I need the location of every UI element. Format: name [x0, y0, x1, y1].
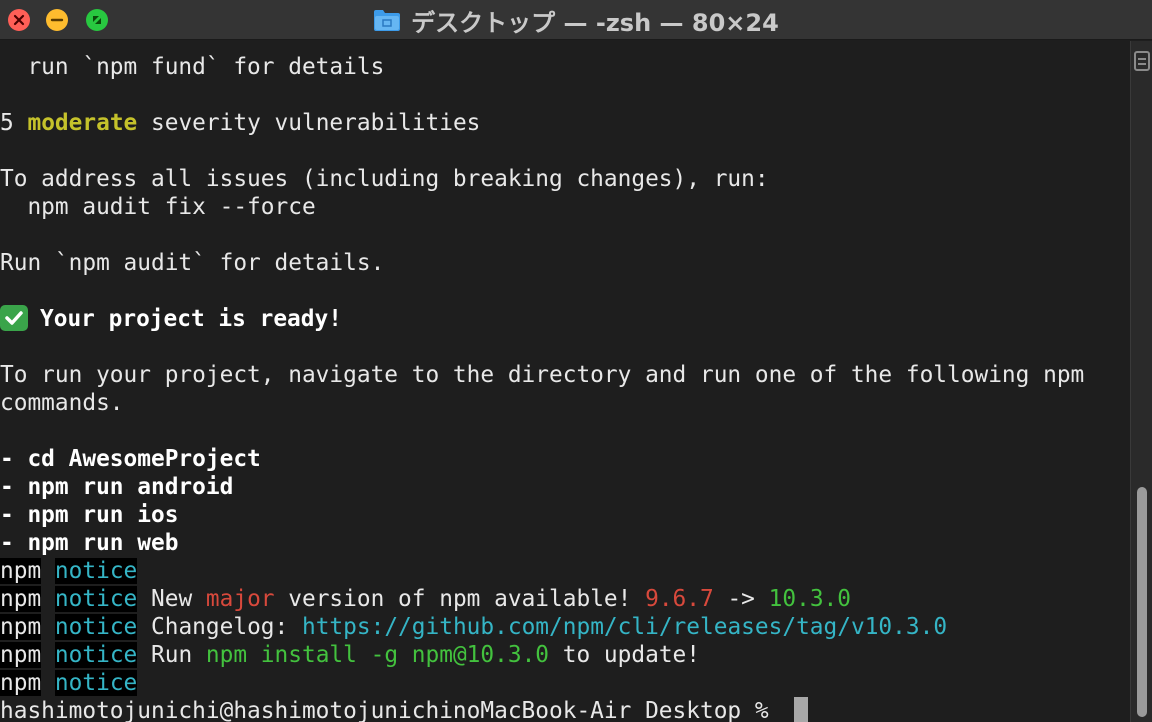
project-ready-text: Your project is ready! [40, 306, 342, 332]
command-cd: - cd AwesomeProject [0, 446, 261, 472]
run-intro-line-2: commands. [0, 390, 124, 416]
vuln-count: 5 [0, 110, 14, 136]
changelog-pre: Changelog: [137, 614, 302, 640]
npm-label: npm [0, 614, 42, 640]
notice-run-post: to update! [549, 642, 701, 668]
address-line: To address all issues (including breakin… [0, 166, 769, 192]
window-title: デスクトップ — -zsh — 80×24 [411, 8, 779, 37]
command-web: - npm run web [0, 530, 179, 556]
folder-icon [373, 8, 401, 32]
notice-label: notice [54, 614, 138, 640]
title-bar: デスクトップ — -zsh — 80×24 [0, 0, 1152, 40]
notice-run-pre: Run [137, 642, 206, 668]
changelog-link[interactable]: https://github.com/npm/cli/releases/tag/… [302, 614, 947, 640]
check-mark-icon [0, 305, 28, 331]
npm-label: npm [0, 558, 42, 584]
window-title-group: デスクトップ — -zsh — 80×24 [0, 0, 1152, 40]
npm-notice-end-line: npm notice [0, 669, 138, 697]
npm-label: npm [0, 642, 42, 668]
run-intro-line-1: To run your project, navigate to the dir… [0, 362, 1085, 388]
new-version: 10.3.0 [768, 586, 851, 612]
version-arrow: -> [713, 586, 769, 612]
vulnerabilities-line: 5 moderate severity vulnerabilities [0, 109, 480, 137]
audit-details-line: Run `npm audit` for details. [0, 250, 385, 276]
notice-label: notice [54, 642, 138, 668]
terminal-output[interactable]: run `npm fund` for details 5 moderate se… [0, 41, 1130, 722]
fund-line: run `npm fund` for details [0, 54, 385, 80]
current-version: 9.6.7 [645, 586, 714, 612]
notice-label: notice [54, 586, 138, 612]
npm-notice-version-line: npm notice New major version of npm avai… [0, 585, 851, 613]
vuln-severity: moderate [27, 110, 138, 136]
notice-version-mid: version of npm available! [274, 586, 646, 612]
scroll-thumb[interactable] [1137, 487, 1147, 717]
project-ready-line: Your project is ready! [0, 305, 342, 333]
notice-version-pre: New [137, 586, 206, 612]
vuln-rest: severity vulnerabilities [137, 110, 481, 136]
split-pane-icon[interactable] [1134, 51, 1150, 71]
notice-label: notice [54, 670, 138, 696]
command-android: - npm run android [0, 474, 234, 500]
shell-prompt-line[interactable]: hashimotojunichi@hashimotojunichinoMacBo… [0, 697, 809, 722]
text-cursor [794, 697, 809, 722]
npm-label: npm [0, 670, 42, 696]
npm-notice-line: npm notice [0, 557, 138, 585]
npm-label: npm [0, 586, 42, 612]
npm-notice-changelog-line: npm notice Changelog: https://github.com… [0, 613, 947, 641]
command-ios: - npm run ios [0, 502, 179, 528]
shell-prompt: hashimotojunichi@hashimotojunichinoMacBo… [0, 698, 783, 722]
npm-notice-run-line: npm notice Run npm install -g npm@10.3.0… [0, 641, 700, 669]
notice-label: notice [54, 558, 138, 584]
audit-fix-command: npm audit fix --force [0, 194, 316, 220]
notice-major: major [205, 586, 275, 612]
install-command: npm install -g npm@10.3.0 [205, 642, 550, 668]
vertical-scrollbar[interactable] [1130, 41, 1152, 722]
